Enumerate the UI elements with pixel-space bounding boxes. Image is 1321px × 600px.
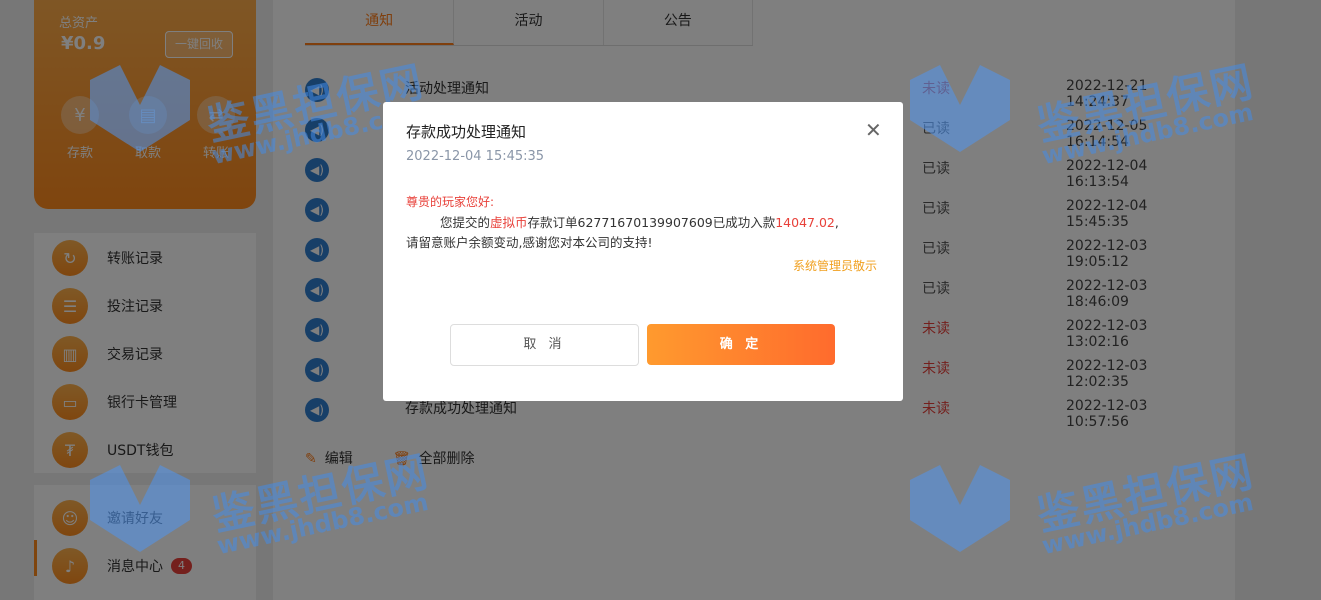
dialog-signature: 系统管理员敬示: [792, 259, 877, 273]
body-line2: 请留意账户余额变动,感谢您对本公司的支持!: [406, 235, 653, 250]
body-mid: 存款订单62771670139907609已成功入款: [527, 215, 776, 230]
body-currency: 虚拟币: [490, 215, 528, 230]
body-amount: 14047.02: [775, 215, 835, 230]
dialog-date: 2022-12-04 15:45:35: [406, 149, 545, 164]
confirm-button[interactable]: 确 定: [647, 324, 835, 365]
deposit-notice-dialog: 存款成功处理通知 ✕ 2022-12-04 15:45:35 尊贵的玩家您好: …: [383, 102, 903, 401]
cancel-button[interactable]: 取 消: [450, 324, 639, 366]
close-icon[interactable]: ✕: [865, 118, 882, 142]
dialog-body: 您提交的虚拟币存款订单62771670139907609已成功入款14047.0…: [406, 213, 886, 253]
dialog-greeting: 尊贵的玩家您好:: [406, 195, 495, 209]
body-prefix: 您提交的: [440, 215, 491, 230]
body-suffix: ,: [834, 215, 839, 230]
dialog-title: 存款成功处理通知: [406, 123, 527, 141]
